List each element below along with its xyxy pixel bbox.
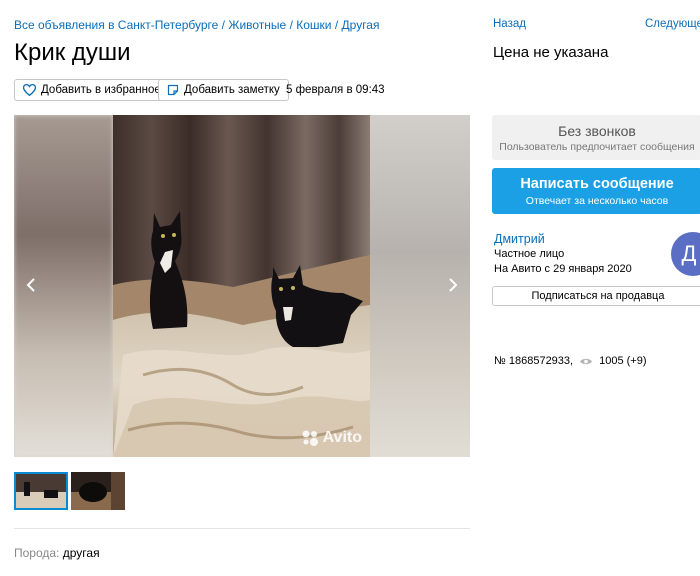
breadcrumb-separator: / [289, 18, 293, 32]
photo-gallery[interactable]: Avito [14, 115, 470, 457]
breadcrumb-link-all-ads[interactable]: Все объявления в Санкт-Петербурге [14, 18, 218, 32]
breadcrumb-link-animals[interactable]: Животные [228, 18, 286, 32]
breadcrumb-link-other[interactable]: Другая [342, 18, 380, 32]
back-link[interactable]: Назад [493, 18, 526, 30]
watermark-text: Avito [322, 429, 362, 446]
add-note-label: Добавить заметку [184, 84, 280, 96]
breadcrumb-link-cats[interactable]: Кошки [296, 18, 331, 32]
seller-since: На Авито с 29 января 2020 [494, 263, 632, 275]
param-key: Порода: [14, 546, 60, 560]
note-icon [167, 84, 179, 96]
seller-type: Частное лицо [494, 248, 565, 260]
next-link[interactable]: Следующее [645, 18, 700, 30]
thumbnail-image [71, 472, 125, 510]
param-value: другая [62, 546, 100, 560]
add-note-button[interactable]: Добавить заметку [158, 79, 289, 101]
write-message-button[interactable]: Написать сообщение Отвечает за несколько… [492, 168, 700, 214]
subscribe-to-seller-button[interactable]: Подписаться на продавца [492, 286, 700, 306]
main-photo[interactable] [113, 115, 370, 457]
breadcrumb-separator: / [221, 18, 226, 32]
section-divider [14, 528, 470, 529]
heart-icon [23, 84, 36, 96]
page-title: Крик души [14, 39, 131, 66]
no-calls-subtitle: Пользователь предпочитает сообщения [499, 141, 695, 153]
thumbnail-image [16, 474, 66, 508]
views-count: 1005 (+9) [599, 355, 647, 367]
breadcrumb: Все объявления в Санкт-Петербурге / Живо… [14, 18, 379, 32]
write-message-subtitle: Отвечает за несколько часов [525, 195, 669, 207]
publication-date: 5 февраля в 09:43 [286, 84, 385, 96]
avito-logo-icon [302, 430, 318, 446]
avito-watermark: Avito [301, 429, 362, 447]
gallery-thumbnail[interactable] [71, 472, 125, 510]
seller-avatar[interactable]: Д [671, 232, 700, 276]
listing-meta: № 1868572933, 1005 (+9) [494, 355, 647, 367]
seller-name-link[interactable]: Дмитрий [494, 232, 545, 246]
gallery-next-arrow-icon[interactable] [448, 278, 458, 297]
no-calls-notice: Без звонков Пользователь предпочитает со… [492, 115, 700, 160]
add-to-favorites-label: Добавить в избранное [41, 84, 161, 96]
gallery-thumbnail[interactable] [14, 472, 68, 510]
gallery-prev-arrow-icon[interactable] [26, 278, 36, 297]
no-calls-title: Без звонков [558, 123, 636, 139]
cats-photo-image [113, 115, 370, 457]
param-breed: Порода: другая [14, 546, 100, 560]
eye-icon [580, 358, 593, 364]
add-to-favorites-button[interactable]: Добавить в избранное [14, 79, 170, 101]
breadcrumb-separator: / [334, 18, 339, 32]
write-message-title: Написать сообщение [520, 176, 674, 192]
price: Цена не указана [493, 44, 609, 61]
listing-number: № 1868572933, [494, 355, 574, 367]
